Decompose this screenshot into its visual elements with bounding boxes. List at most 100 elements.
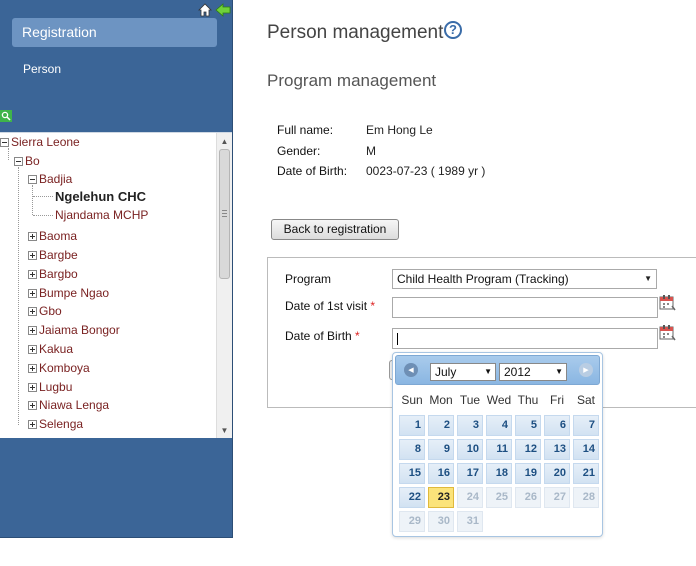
tree-node[interactable]: Baoma bbox=[28, 228, 77, 245]
day-cell[interactable]: 12 bbox=[515, 439, 541, 460]
calendar-icon[interactable] bbox=[659, 294, 676, 312]
scroll-down-icon[interactable]: ▼ bbox=[217, 423, 232, 437]
datepicker-header: ◀ July ▼ 2012 ▼ ▶ bbox=[395, 355, 600, 385]
date-of-birth-label-text: Date of Birth bbox=[285, 329, 352, 343]
day-cell[interactable]: 13 bbox=[544, 439, 570, 460]
first-visit-label-text: Date of 1st visit bbox=[285, 299, 368, 313]
day-cell-disabled: 31 bbox=[457, 511, 483, 532]
day-cell[interactable]: 1 bbox=[399, 415, 425, 436]
tree-node[interactable]: Lugbu bbox=[28, 379, 72, 396]
day-cell[interactable]: 20 bbox=[544, 463, 570, 484]
day-cell[interactable]: 7 bbox=[573, 415, 599, 436]
expand-icon[interactable] bbox=[28, 364, 37, 373]
tree-node[interactable]: Selenga bbox=[28, 416, 83, 433]
day-cell[interactable]: 21 bbox=[573, 463, 599, 484]
day-cell[interactable]: 5 bbox=[515, 415, 541, 436]
tree-node[interactable]: Sierra Leone bbox=[0, 134, 80, 151]
day-cell[interactable]: 16 bbox=[428, 463, 454, 484]
collapse-icon[interactable] bbox=[0, 138, 9, 147]
weekday-label: Sun bbox=[401, 393, 423, 407]
chevron-down-icon: ▼ bbox=[644, 274, 652, 283]
expand-icon[interactable] bbox=[28, 270, 37, 279]
expand-icon[interactable] bbox=[28, 401, 37, 410]
weekday-label: Tue bbox=[459, 393, 481, 407]
weekday-label: Sat bbox=[576, 393, 595, 407]
dob-value: 0023-07-23 ( 1989 yr ) bbox=[366, 164, 486, 178]
year-select[interactable]: 2012 ▼ bbox=[499, 363, 567, 381]
day-cell-today[interactable]: 23 bbox=[428, 487, 454, 508]
tree-node[interactable]: Bargbe bbox=[28, 247, 78, 264]
day-cell[interactable]: 9 bbox=[428, 439, 454, 460]
tree-node[interactable]: Komboya bbox=[28, 360, 90, 377]
date-of-birth-input[interactable] bbox=[392, 328, 658, 349]
next-month-icon[interactable]: ▶ bbox=[579, 363, 593, 377]
expand-icon[interactable] bbox=[28, 326, 37, 335]
calendar-icon[interactable] bbox=[659, 324, 676, 342]
menu-item-registration[interactable]: Registration bbox=[12, 18, 217, 47]
month-select[interactable]: July ▼ bbox=[430, 363, 496, 381]
tree-node[interactable]: Badjia bbox=[28, 171, 72, 188]
full-name-label: Full name: bbox=[277, 123, 334, 137]
expand-icon[interactable] bbox=[28, 289, 37, 298]
day-cell[interactable]: 4 bbox=[486, 415, 512, 436]
tree-node[interactable]: Bargbo bbox=[28, 266, 78, 283]
day-cell[interactable]: 17 bbox=[457, 463, 483, 484]
tree-search-icon[interactable] bbox=[0, 110, 12, 122]
year-select-value: 2012 bbox=[504, 365, 531, 379]
menu-item-person[interactable]: Person bbox=[23, 60, 61, 78]
tree-node[interactable]: Njandama MCHP bbox=[54, 207, 148, 224]
back-arrow-icon[interactable] bbox=[215, 2, 231, 18]
tree-connector bbox=[18, 167, 19, 425]
required-mark: * bbox=[370, 299, 376, 313]
day-cell[interactable]: 10 bbox=[457, 439, 483, 460]
tree-node[interactable]: Niawa Lenga bbox=[28, 397, 109, 414]
expand-icon[interactable] bbox=[28, 307, 37, 316]
expand-icon[interactable] bbox=[28, 420, 37, 429]
day-cell[interactable]: 8 bbox=[399, 439, 425, 460]
back-to-registration-button[interactable]: Back to registration bbox=[271, 219, 399, 240]
day-cell[interactable]: 3 bbox=[457, 415, 483, 436]
program-select[interactable]: Child Health Program (Tracking) ▼ bbox=[392, 269, 657, 289]
collapse-icon[interactable] bbox=[14, 157, 23, 166]
day-cell[interactable]: 19 bbox=[515, 463, 541, 484]
top-icons bbox=[197, 2, 231, 18]
tree-node[interactable]: Bo bbox=[14, 153, 40, 170]
tree-node[interactable]: Jaiama Bongor bbox=[28, 322, 120, 339]
scroll-up-icon[interactable]: ▲ bbox=[217, 134, 232, 148]
datepicker: ◀ July ▼ 2012 ▼ ▶ Sun Mon Tue Wed Thu Fri Sat 12… bbox=[392, 352, 603, 537]
section-title: Program management bbox=[267, 71, 437, 90]
help-icon[interactable]: ? bbox=[444, 21, 462, 39]
gender-value: M bbox=[366, 144, 376, 158]
tree-node[interactable]: Gbo bbox=[28, 303, 62, 320]
day-cell[interactable]: 22 bbox=[399, 487, 425, 508]
day-cell-disabled: 30 bbox=[428, 511, 454, 532]
day-cell[interactable]: 14 bbox=[573, 439, 599, 460]
collapse-icon[interactable] bbox=[28, 175, 37, 184]
expand-icon[interactable] bbox=[28, 251, 37, 260]
tree-node-selected[interactable]: Ngelehun CHC bbox=[54, 188, 146, 205]
home-icon[interactable] bbox=[197, 2, 213, 18]
expand-icon[interactable] bbox=[28, 383, 37, 392]
gender-label: Gender: bbox=[277, 144, 321, 158]
day-cell[interactable]: 18 bbox=[486, 463, 512, 484]
day-cell-disabled: 28 bbox=[573, 487, 599, 508]
grip-icon bbox=[222, 210, 227, 219]
date-of-birth-label: Date of Birth * bbox=[285, 329, 360, 343]
expand-icon[interactable] bbox=[28, 345, 37, 354]
full-name-value: Em Hong Le bbox=[366, 123, 433, 137]
day-cell[interactable]: 6 bbox=[544, 415, 570, 436]
day-cell[interactable]: 2 bbox=[428, 415, 454, 436]
tree-node[interactable]: Bumpe Ngao bbox=[28, 285, 109, 302]
expand-icon[interactable] bbox=[28, 232, 37, 241]
tree-scrollbar[interactable]: ▲ ▼ bbox=[216, 133, 232, 438]
org-unit-tree: Sierra Leone Bo Badjia Ngelehun CHC Njan… bbox=[0, 132, 232, 438]
day-cell[interactable]: 11 bbox=[486, 439, 512, 460]
required-mark: * bbox=[355, 329, 360, 343]
first-visit-date-input[interactable] bbox=[392, 297, 658, 318]
tree-node[interactable]: Kakua bbox=[28, 341, 73, 358]
day-cell[interactable]: 15 bbox=[399, 463, 425, 484]
program-select-value: Child Health Program (Tracking) bbox=[397, 272, 569, 286]
prev-month-icon[interactable]: ◀ bbox=[404, 363, 418, 377]
month-select-value: July bbox=[435, 365, 457, 379]
scrollbar-thumb[interactable] bbox=[219, 149, 230, 279]
